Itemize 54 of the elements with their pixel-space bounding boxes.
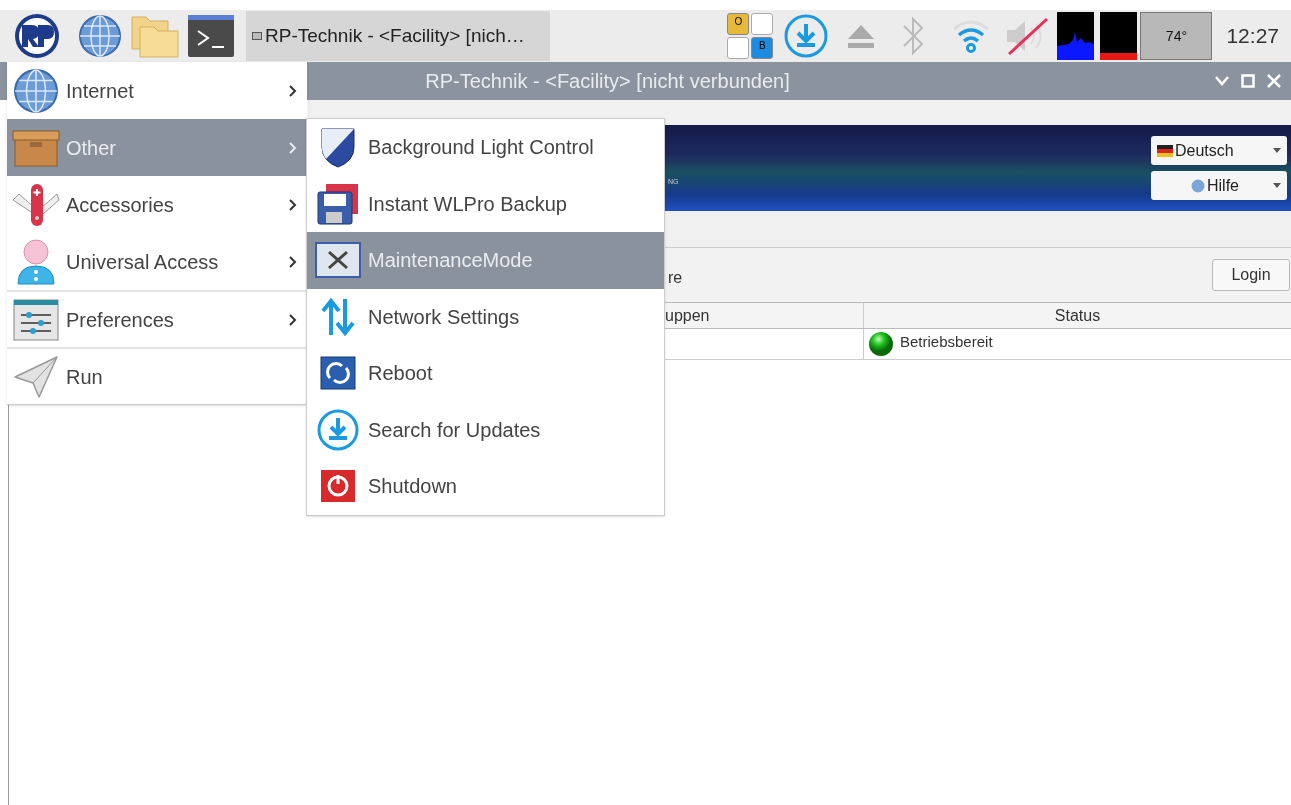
muted-speaker-icon[interactable] — [1005, 16, 1050, 56]
terminal-icon[interactable] — [188, 15, 234, 57]
clock[interactable]: 12:27 — [1226, 20, 1279, 52]
window-title: RP-Technik - <Facility> [nicht verbunden] — [425, 69, 790, 94]
bluetooth-icon[interactable] — [901, 16, 926, 56]
logo-icon[interactable] — [14, 13, 60, 59]
language-dropdown[interactable]: Deutsch — [1151, 136, 1287, 165]
close-icon[interactable] — [1267, 74, 1281, 88]
menu-item[interactable]: Internet — [7, 62, 307, 119]
pocket-knife-icon — [11, 181, 61, 228]
globe-icon — [13, 67, 59, 114]
sliders-icon — [13, 298, 59, 341]
floppy-disk-icon — [316, 182, 360, 225]
shield-icon — [318, 125, 358, 170]
chevron-right-icon — [289, 313, 297, 326]
eject-icon[interactable] — [847, 23, 876, 49]
menu-item[interactable]: Network Settings — [307, 288, 664, 345]
cpu-graph-icon — [1057, 12, 1095, 60]
taskbar-window-button[interactable]: RP-Technik - <Facility> [nich… — [246, 11, 550, 61]
status-light-icon — [868, 331, 894, 357]
temperature-monitor: 74° — [1140, 12, 1213, 60]
caret-icon — [1273, 183, 1281, 188]
toolbar-text: re — [668, 268, 683, 288]
login-button[interactable]: Login — [1212, 259, 1290, 291]
chevron-right-icon — [289, 84, 297, 97]
paper-plane-icon — [13, 354, 59, 399]
flag-icon — [1157, 144, 1173, 157]
window-icon — [252, 32, 262, 40]
chevron-right-icon — [289, 141, 297, 154]
chevron-down-icon[interactable] — [1215, 76, 1229, 86]
memory-graph-icon — [1100, 12, 1138, 60]
person-icon — [14, 237, 58, 286]
chevron-right-icon — [289, 255, 297, 268]
maximize-icon[interactable] — [1241, 74, 1255, 88]
menu-item[interactable]: Instant WLPro Backup — [307, 175, 664, 232]
menu-item[interactable]: Background Light Control — [307, 119, 664, 176]
globe-icon — [78, 14, 122, 58]
menu-item[interactable]: Run — [7, 347, 307, 404]
column-header[interactable]: Status — [864, 303, 1291, 328]
keyboard-indicator[interactable]: O B — [727, 13, 774, 59]
download-icon — [316, 407, 360, 452]
menu-item[interactable]: Search for Updates — [307, 401, 664, 458]
box-icon — [12, 127, 60, 168]
up-down-arrows-icon — [319, 296, 357, 337]
refresh-icon — [320, 356, 356, 391]
caret-icon — [1273, 148, 1281, 153]
menu-item[interactable]: Reboot — [307, 345, 664, 402]
table-cell: Betriebsbereit — [864, 329, 1291, 359]
download-icon[interactable] — [783, 13, 830, 59]
chevron-right-icon — [289, 198, 297, 211]
menu-item[interactable]: Shutdown — [307, 458, 664, 515]
help-dropdown[interactable]: Hilfe — [1151, 171, 1287, 200]
power-icon — [320, 469, 356, 504]
menu-item[interactable]: Preferences — [7, 290, 307, 347]
